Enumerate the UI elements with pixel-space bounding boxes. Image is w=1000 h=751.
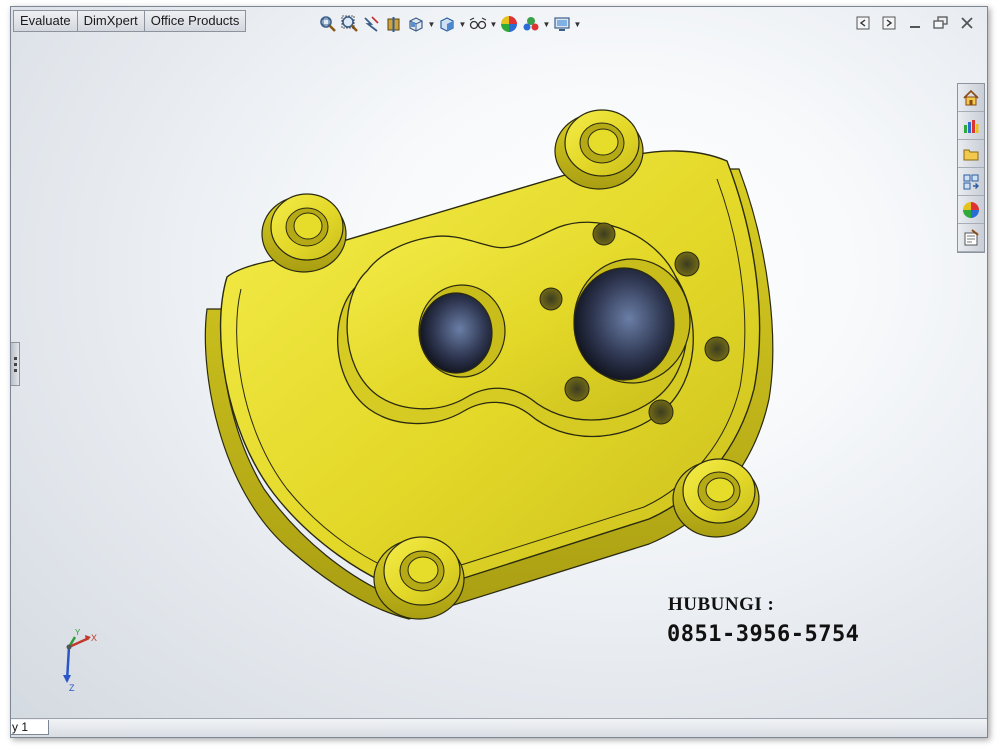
view-palette-icon[interactable]	[958, 168, 984, 196]
y-axis-label: Y	[75, 628, 81, 637]
pump-housing-part[interactable]	[179, 99, 789, 644]
zoom-to-fit-icon[interactable]	[317, 14, 339, 34]
appearances-scenes-icon[interactable]	[958, 196, 984, 224]
reference-triad: X Y Z	[63, 628, 97, 691]
apply-scene-dropdown-arrow[interactable]: ▼	[542, 14, 551, 34]
view-settings-icon[interactable]	[551, 14, 573, 34]
heads-up-view-toolbar: ▼ ▼ ▼ ▼ ▼	[317, 13, 582, 35]
design-library-icon[interactable]	[958, 112, 984, 140]
tab-office-products[interactable]: Office Products	[143, 10, 247, 32]
contact-phone: 0851-3956-5754	[667, 622, 860, 647]
graphics-window: Evaluate DimXpert Office Products ▼ ▼ ▼	[10, 6, 988, 738]
boss-top-right	[554, 109, 644, 190]
z-axis-label: Z	[69, 683, 75, 691]
hide-show-items-icon[interactable]	[467, 14, 489, 34]
tab-evaluate[interactable]: Evaluate	[13, 10, 78, 32]
tab-dimxpert[interactable]: DimXpert	[76, 10, 145, 32]
file-explorer-icon[interactable]	[958, 140, 984, 168]
tab-model-1[interactable]: y 1	[11, 720, 49, 735]
zoom-to-area-icon[interactable]	[339, 14, 361, 34]
restore-window-icon[interactable]	[931, 15, 951, 31]
section-view-icon[interactable]	[383, 14, 405, 34]
display-style-dropdown-arrow[interactable]: ▼	[458, 14, 467, 34]
custom-properties-icon[interactable]	[958, 224, 984, 252]
restore-pane-icon[interactable]	[853, 15, 873, 31]
view-settings-dropdown-arrow[interactable]: ▼	[573, 14, 582, 34]
task-pane-tabs	[957, 83, 985, 253]
feature-manager-collapse-handle[interactable]	[11, 342, 20, 386]
close-icon[interactable]	[957, 15, 977, 31]
apply-scene-icon[interactable]	[520, 14, 542, 34]
hide-show-dropdown-arrow[interactable]: ▼	[489, 14, 498, 34]
minimize-icon[interactable]	[905, 15, 925, 31]
solidworks-resources-icon[interactable]	[958, 84, 984, 112]
view-orientation-dropdown-arrow[interactable]: ▼	[427, 14, 436, 34]
display-style-icon[interactable]	[436, 14, 458, 34]
contact-title: HUBUNGI :	[668, 594, 775, 615]
edit-appearance-icon[interactable]	[498, 14, 520, 34]
model-tabs-bar: y 1	[11, 718, 987, 737]
x-axis-label: X	[91, 633, 97, 643]
previous-view-icon[interactable]	[361, 14, 383, 34]
window-controls	[853, 15, 977, 31]
view-orientation-icon[interactable]	[405, 14, 427, 34]
split-pane-icon[interactable]	[879, 15, 899, 31]
boss-top-left	[261, 193, 347, 273]
command-manager-tabs: Evaluate DimXpert Office Products	[13, 10, 247, 32]
